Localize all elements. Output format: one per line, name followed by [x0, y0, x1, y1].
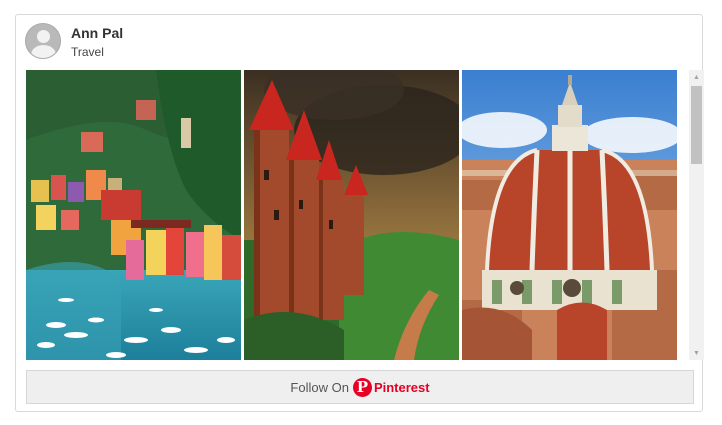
pinterest-logo-icon: P	[352, 377, 372, 397]
vertical-scrollbar[interactable]: ▲ ▼	[689, 70, 704, 360]
follow-label: Follow On	[290, 379, 349, 395]
user-silhouette-icon	[37, 30, 50, 43]
avatar[interactable]	[25, 23, 61, 59]
pin-image-castle[interactable]	[244, 70, 459, 360]
follow-on-pinterest-button[interactable]: Follow On P Pinterest	[26, 370, 694, 404]
pin-image-harbor[interactable]	[26, 70, 241, 360]
avatar-body	[31, 45, 56, 58]
pinterest-brand-label: Pinterest	[373, 379, 430, 395]
arrow-down-icon[interactable]: ▼	[689, 346, 704, 360]
pinterest-board-widget: Ann Pal Travel ▲ ▼ Follow On P Pinterest	[15, 14, 704, 412]
scroll-thumb[interactable]	[691, 86, 702, 164]
pin-grid	[26, 70, 688, 360]
user-name[interactable]: Ann Pal	[71, 25, 123, 41]
pin-image-cathedral[interactable]	[462, 70, 677, 360]
arrow-up-icon[interactable]: ▲	[689, 70, 704, 84]
profile-header: Ann Pal Travel	[25, 23, 425, 61]
board-name[interactable]: Travel	[71, 45, 104, 59]
